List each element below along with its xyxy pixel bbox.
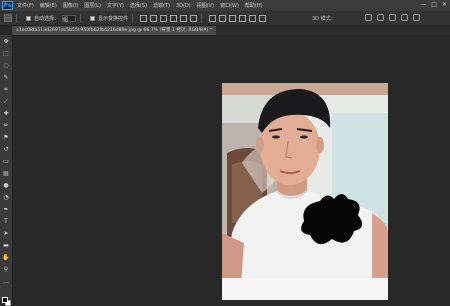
auto-select-label: 自动选择： [34, 15, 60, 22]
divider [201, 13, 203, 23]
document-tab-bar: a1ec08fa513d2697dc5b55c950fbb2fb4216d89e… [12, 26, 450, 35]
distribute-right-icon[interactable] [259, 14, 267, 22]
eraser-tool-icon[interactable]: ▭ [2, 158, 10, 165]
quick-select-tool-icon[interactable]: ✎ [2, 74, 10, 81]
show-transform-checkbox[interactable] [90, 15, 96, 21]
pen-tool-icon[interactable]: ✒ [2, 206, 10, 213]
minimize-icon[interactable]: — [420, 1, 426, 8]
blur-tool-icon[interactable]: ● [2, 182, 10, 189]
options-bar: 自动选择： 组 显示变换控件 3D 模式： [0, 11, 450, 26]
menu-help[interactable]: 帮助(H) [245, 2, 263, 9]
3d-rotate-icon[interactable] [365, 14, 372, 21]
3d-pan-icon[interactable] [389, 14, 396, 21]
divider [132, 13, 134, 23]
dodge-tool-icon[interactable]: ◔ [2, 194, 10, 201]
menu-3d[interactable]: 3D(D) [176, 3, 191, 9]
document-tab[interactable]: a1ec08fa513d2697dc5b55c950fbb2fb4216d89e… [12, 26, 217, 35]
history-brush-tool-icon[interactable]: ↺ [2, 146, 10, 153]
menu-file[interactable]: 文件(F) [17, 2, 34, 9]
3d-slide-icon[interactable] [401, 14, 408, 21]
menu-edit[interactable]: 编辑(E) [40, 2, 57, 9]
photoshop-logo: Ps [2, 1, 13, 10]
path-select-tool-icon[interactable]: ➤ [2, 230, 10, 237]
align-left-icon[interactable] [170, 14, 178, 22]
3d-roll-icon[interactable] [377, 14, 384, 21]
menu-type[interactable]: 文字(Y) [107, 2, 124, 9]
move-tool-preset-icon[interactable] [4, 14, 12, 22]
foreground-color-swatch[interactable] [2, 297, 8, 303]
gradient-tool-icon[interactable]: ▤ [2, 170, 10, 177]
3d-tools [365, 14, 420, 21]
menu-window[interactable]: 窗口(W) [220, 2, 239, 9]
tools-panel: ✥ ⬚ ◌ ✎ ⌗ ⟋ ✚ ✏ ⚑ ↺ ▭ ▤ ● ◔ ✒ T ➤ ▬ ✋ ⚲ … [0, 35, 13, 306]
auto-select-checkbox[interactable] [26, 15, 31, 21]
type-tool-icon[interactable]: T [2, 218, 10, 225]
lasso-tool-icon[interactable]: ◌ [2, 62, 10, 69]
show-transform-label: 显示变换控件 [98, 15, 129, 22]
align-vcenter-icon[interactable] [150, 14, 158, 22]
align-top-icon[interactable] [140, 14, 148, 22]
3d-scale-icon[interactable] [413, 14, 420, 21]
distribute-bottom-icon[interactable] [229, 14, 237, 22]
menu-select[interactable]: 选择(S) [130, 2, 147, 9]
distribute-top-icon[interactable] [209, 14, 217, 22]
menu-filter[interactable]: 滤镜(T) [153, 2, 170, 9]
align-right-icon[interactable] [190, 14, 198, 22]
healing-brush-tool-icon[interactable]: ✚ [2, 110, 10, 117]
maximize-icon[interactable]: □ [431, 1, 437, 8]
divider [80, 13, 82, 23]
more-tools-icon[interactable]: … [2, 278, 10, 285]
menu-bar: Ps 文件(F) 编辑(E) 图像(I) 图层(L) 文字(Y) 选择(S) 滤… [0, 0, 450, 11]
crop-tool-icon[interactable]: ⌗ [2, 86, 10, 93]
close-icon[interactable]: ✕ [442, 1, 447, 8]
photo-image [222, 83, 388, 300]
zoom-tool-icon[interactable]: ⚲ [2, 266, 10, 273]
distribute-left-icon[interactable] [239, 14, 247, 22]
shape-tool-icon[interactable]: ▬ [2, 242, 10, 249]
hand-tool-icon[interactable]: ✋ [2, 254, 10, 261]
window-controls: — □ ✕ [420, 1, 447, 8]
distribute-hcenter-icon[interactable] [249, 14, 257, 22]
document-canvas[interactable] [222, 83, 388, 300]
menu-layer[interactable]: 图层(L) [84, 2, 101, 9]
divider [16, 13, 17, 23]
brush-tool-icon[interactable]: ✏ [2, 122, 10, 129]
align-hcenter-icon[interactable] [180, 14, 188, 22]
marquee-tool-icon[interactable]: ⬚ [2, 50, 10, 57]
move-tool-icon[interactable]: ✥ [2, 38, 10, 45]
align-bottom-icon[interactable] [160, 14, 168, 22]
menu-image[interactable]: 图像(I) [63, 2, 78, 9]
eyedropper-tool-icon[interactable]: ⟋ [2, 98, 10, 105]
3d-mode-label: 3D 模式： [312, 16, 336, 22]
clone-stamp-tool-icon[interactable]: ⚑ [2, 134, 10, 141]
distribute-vcenter-icon[interactable] [219, 14, 227, 22]
menu-view[interactable]: 视图(V) [197, 2, 214, 9]
auto-select-dropdown[interactable]: 组 [62, 14, 77, 23]
